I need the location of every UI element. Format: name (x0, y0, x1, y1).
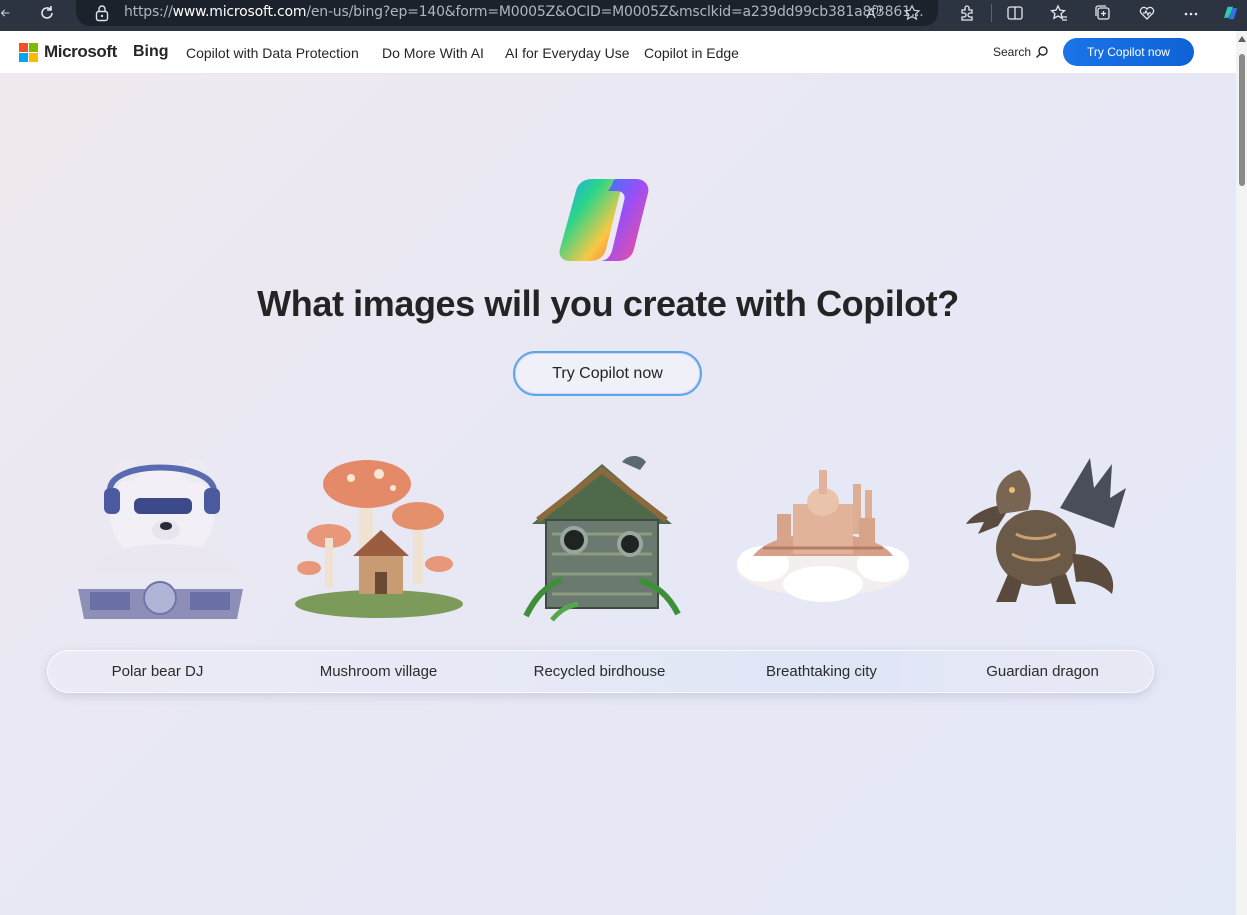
more-icon[interactable] (1180, 0, 1202, 26)
favorites-icon[interactable] (1048, 0, 1070, 26)
url-domain: www.microsoft.com (172, 4, 307, 20)
site-header: Microsoft Bing Copilot with Data Protect… (0, 31, 1236, 74)
header-try-copilot-button[interactable]: Try Copilot now (1063, 38, 1194, 66)
search-button[interactable]: Search (993, 45, 1049, 59)
nav-do-more-with-ai[interactable]: Do More With AI (382, 45, 484, 61)
nav-copilot-in-edge[interactable]: Copilot in Edge (644, 45, 739, 61)
url-path: /en-us/bing?ep=140&form=M0005Z&OCID=M000… (306, 4, 924, 20)
hero-title: What images will you create with Copilot… (257, 283, 959, 324)
hero-section: What images will you create with Copilot… (0, 74, 1236, 915)
scroll-up-arrow-icon[interactable] (1238, 36, 1246, 42)
back-icon[interactable] (0, 0, 14, 26)
read-aloud-label: A (866, 5, 876, 21)
nav-ai-everyday-use[interactable]: AI for Everyday Use (505, 45, 630, 61)
copilot-logo-icon (556, 175, 660, 265)
polar-bear-dj-image[interactable] (70, 444, 250, 624)
microsoft-logo-icon[interactable] (19, 43, 39, 63)
page-scrollbar[interactable] (1236, 31, 1247, 915)
split-screen-icon[interactable] (1004, 0, 1026, 26)
lock-icon[interactable] (94, 4, 110, 22)
nav-copilot-data-protection[interactable]: Copilot with Data Protection (186, 45, 359, 61)
breathtaking-city-image[interactable] (733, 444, 913, 624)
recycled-birdhouse-image[interactable] (512, 444, 692, 624)
refresh-icon[interactable] (36, 0, 58, 26)
copilot-icon[interactable] (1218, 0, 1244, 26)
toolbar-divider (991, 4, 992, 22)
url-prefix: https:// (124, 4, 173, 20)
browser-essentials-icon[interactable] (1136, 0, 1158, 26)
gallery-label-polar-bear-dj[interactable]: Polar bear DJ (47, 650, 268, 693)
gallery-label-recycled-birdhouse[interactable]: Recycled birdhouse (489, 650, 710, 693)
address-bar[interactable]: https://www.microsoft.com/en-us/bing?ep=… (76, 0, 938, 26)
extensions-icon[interactable] (956, 0, 978, 26)
search-label: Search (993, 45, 1032, 59)
gallery-label-guardian-dragon[interactable]: Guardian dragon (932, 650, 1153, 693)
collections-icon[interactable] (1092, 0, 1114, 26)
browser-toolbar: https://www.microsoft.com/en-us/bing?ep=… (0, 0, 1247, 31)
nav-bing[interactable]: Bing (133, 43, 169, 61)
url-text[interactable]: https://www.microsoft.com/en-us/bing?ep=… (124, 4, 924, 20)
hero-try-copilot-button[interactable]: Try Copilot now (513, 351, 702, 396)
scroll-thumb[interactable] (1239, 54, 1245, 186)
gallery-label-mushroom-village[interactable]: Mushroom village (268, 650, 489, 693)
guardian-dragon-image[interactable] (952, 444, 1132, 624)
read-aloud-icon[interactable]: A)) (864, 3, 884, 23)
gallery-label-bar: Polar bear DJ Mushroom village Recycled … (47, 650, 1154, 693)
microsoft-brand[interactable]: Microsoft (44, 42, 117, 62)
mushroom-village-image[interactable] (289, 444, 469, 624)
favorite-star-icon[interactable] (902, 3, 922, 23)
search-icon (1036, 46, 1048, 58)
gallery-label-breathtaking-city[interactable]: Breathtaking city (711, 650, 932, 693)
